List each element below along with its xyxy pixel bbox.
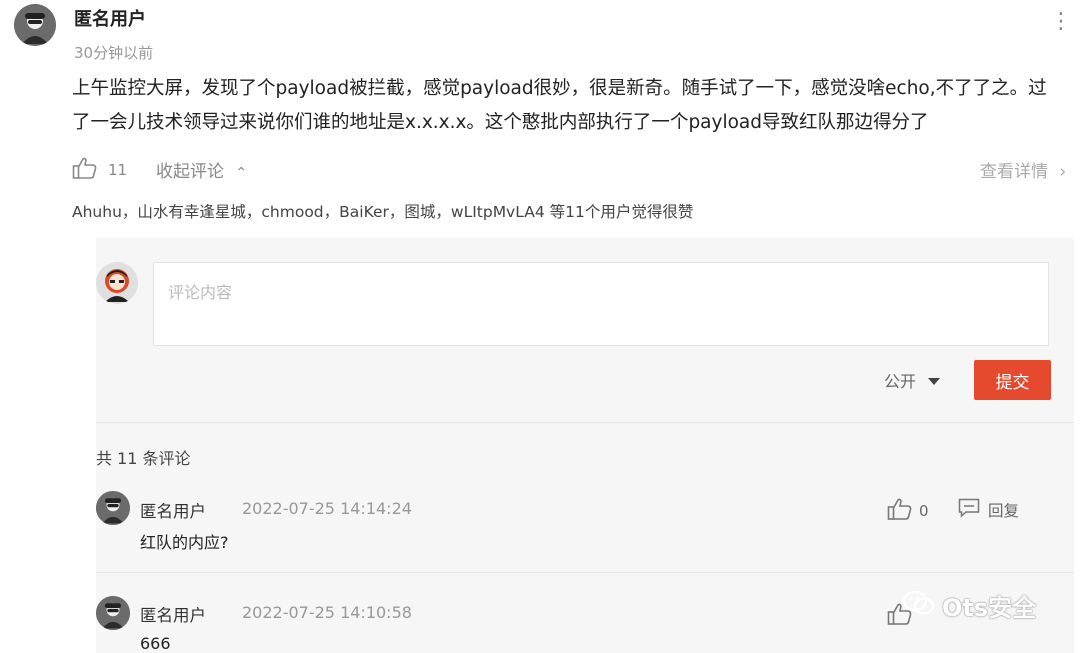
current-user-avatar bbox=[96, 262, 138, 304]
thumbs-up-icon bbox=[72, 156, 98, 184]
view-detail-link[interactable]: 查看详情 › bbox=[980, 157, 1066, 182]
comment-author[interactable]: 匿名用户 bbox=[140, 498, 206, 522]
comment-count-heading: 共 11 条评论 bbox=[96, 449, 191, 468]
post-body-text: 上午监控大屏，发现了个payload被拦截，感觉payload很妙，很是新奇。随… bbox=[72, 78, 1047, 133]
view-detail-label: 查看详情 bbox=[980, 162, 1048, 182]
watermark-text: Ots安全 bbox=[942, 594, 1037, 622]
watermark: Ots安全 bbox=[902, 588, 1036, 623]
comment-like-count: 0 bbox=[919, 502, 929, 520]
comment-separator bbox=[96, 572, 1074, 573]
comment-author[interactable]: 匿名用户 bbox=[140, 602, 206, 626]
visibility-value: 公开 bbox=[884, 372, 917, 391]
visibility-select[interactable]: 公开 bbox=[884, 368, 941, 392]
thumbs-up-icon bbox=[887, 497, 913, 525]
likers-list: Ahuhu，山水有幸逢星城，chmood，BaiKer，图城，wLItpMvLA… bbox=[72, 203, 694, 221]
reply-button[interactable]: 回复 bbox=[958, 498, 1019, 522]
chevron-right-icon: › bbox=[1059, 162, 1067, 182]
comment-text: 666 bbox=[140, 634, 171, 653]
post-like-button[interactable]: 11 bbox=[72, 156, 127, 184]
comment-avatar[interactable] bbox=[96, 596, 130, 630]
more-options-icon[interactable]: ⋮ bbox=[1050, 8, 1072, 36]
wechat-icon bbox=[902, 589, 936, 623]
collapse-comments-button[interactable]: 收起评论 ⌃ bbox=[156, 157, 247, 182]
submit-button[interactable]: 提交 bbox=[974, 360, 1051, 400]
collapse-label: 收起评论 bbox=[156, 162, 224, 182]
reply-icon bbox=[958, 498, 980, 522]
post-author-avatar[interactable] bbox=[14, 4, 56, 46]
post-author-name[interactable]: 匿名用户 bbox=[74, 5, 146, 31]
post-like-count: 11 bbox=[108, 161, 128, 179]
reply-label: 回复 bbox=[988, 502, 1020, 520]
comment-timestamp: 2022-07-25 14:10:58 bbox=[242, 603, 412, 622]
comment-like-button[interactable]: 0 bbox=[887, 497, 929, 525]
divider bbox=[96, 422, 1074, 423]
comment-text: 红队的内应? bbox=[140, 533, 229, 552]
comment-avatar[interactable] bbox=[96, 491, 130, 525]
comment-input[interactable]: 评论内容 bbox=[153, 262, 1049, 346]
comment-timestamp: 2022-07-25 14:14:24 bbox=[242, 499, 412, 518]
chevron-up-icon: ⌃ bbox=[235, 165, 248, 181]
caret-down-icon bbox=[928, 371, 941, 390]
post-timestamp: 30分钟以前 bbox=[74, 44, 154, 62]
